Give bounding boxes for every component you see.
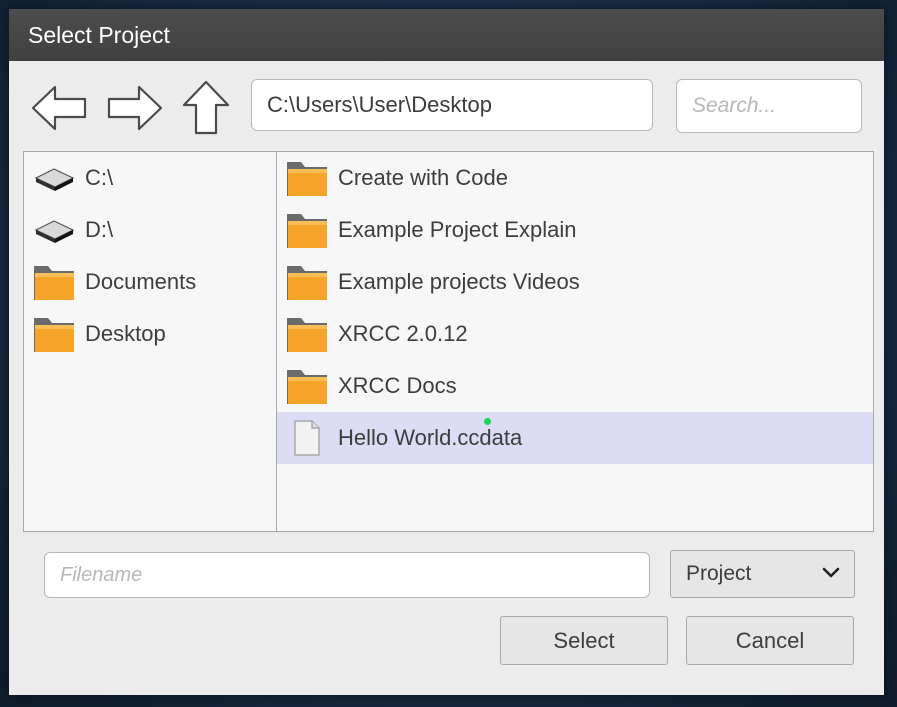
list-item[interactable]: Create with Code (277, 152, 873, 204)
sidebar-item-desktop[interactable]: Desktop (24, 308, 276, 360)
sidebar-item-d-drive[interactable]: D:\ (24, 204, 276, 256)
sidebar-item-c-drive[interactable]: C:\ (24, 152, 276, 204)
type-dropdown[interactable]: Project (670, 550, 855, 598)
list-item[interactable]: Example projects Videos (277, 256, 873, 308)
pointer-cursor-dot (484, 418, 491, 425)
browser-panes: C:\ D:\ Documents Desktop Create with Co… (23, 151, 874, 532)
dialog-title: Select Project (28, 22, 170, 48)
title-bar: Select Project (9, 9, 884, 61)
chevron-down-icon (822, 567, 840, 578)
up-button[interactable] (175, 79, 237, 137)
list-item[interactable]: XRCC Docs (277, 360, 873, 412)
drive-icon (31, 207, 77, 253)
sidebar-item-label: Desktop (85, 321, 166, 346)
list-item-label: XRCC 2.0.12 (338, 321, 468, 346)
list-item-label: XRCC Docs (338, 373, 457, 398)
folder-icon (31, 311, 77, 357)
arrow-right-icon (107, 85, 163, 131)
list-item-label: Example projects Videos (338, 269, 580, 294)
arrow-left-icon (31, 85, 87, 131)
type-dropdown-value: Project (686, 562, 752, 585)
list-item-label: Hello World.ccdata (338, 425, 523, 450)
select-button[interactable]: Select (500, 616, 668, 665)
sidebar: C:\ D:\ Documents Desktop (24, 152, 277, 531)
list-item[interactable]: Example Project Explain (277, 204, 873, 256)
sidebar-item-label: D:\ (85, 217, 114, 242)
filename-input[interactable]: Filename (44, 552, 650, 598)
sidebar-item-label: Documents (85, 269, 197, 294)
folder-icon (284, 259, 330, 305)
select-project-dialog: Select Project C:\Users\User\Desktop Sea… (9, 9, 884, 695)
forward-button[interactable] (103, 79, 165, 137)
drive-icon (31, 155, 77, 201)
arrow-up-icon (182, 80, 230, 135)
folder-icon (284, 155, 330, 201)
list-item-label: Create with Code (338, 165, 508, 190)
folder-icon (284, 311, 330, 357)
folder-icon (284, 363, 330, 409)
folder-icon (31, 259, 77, 305)
file-list: Create with Code Example Project Explain (277, 152, 873, 531)
cancel-button[interactable]: Cancel (686, 616, 854, 665)
sidebar-item-label: C:\ (85, 165, 114, 190)
back-button[interactable] (29, 79, 91, 137)
list-item-selected[interactable]: Hello World.ccdata (277, 412, 873, 464)
search-input[interactable]: Search... (676, 79, 862, 133)
list-item[interactable]: XRCC 2.0.12 (277, 308, 873, 360)
path-input[interactable]: C:\Users\User\Desktop (251, 79, 653, 131)
sidebar-item-documents[interactable]: Documents (24, 256, 276, 308)
list-item-label: Example Project Explain (338, 217, 577, 242)
file-icon (284, 415, 330, 461)
folder-icon (284, 207, 330, 253)
